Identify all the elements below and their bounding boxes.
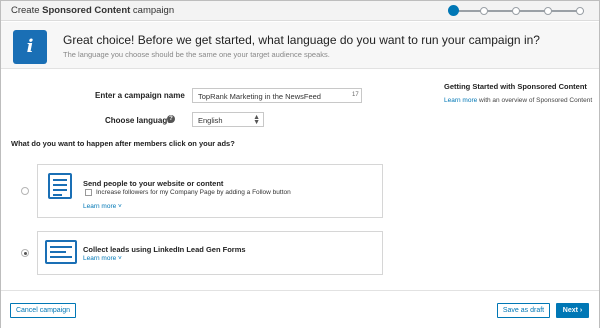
website-content-icon [48,173,72,199]
campaign-name-value: TopRank Marketing in the NewsFeed [198,92,321,101]
sidebar-title: Getting Started with Sponsored Content [444,82,587,91]
campaign-wizard-window: Create Sponsored Content campaign i Grea… [0,0,600,328]
objective-question: What do you want to happen after members… [11,139,235,148]
character-counter: 17 [352,92,359,98]
step-4-dot [544,7,552,15]
sidebar-text: Learn more with an overview of Sponsored… [444,97,592,104]
campaign-name-label: Enter a campaign name [95,91,185,100]
cancel-campaign-button[interactable]: Cancel campaign [10,303,76,318]
campaign-name-input[interactable]: TopRank Marketing in the NewsFeed [192,88,362,103]
option-leadgen-title: Collect leads using LinkedIn Lead Gen Fo… [83,245,246,254]
step-3-dot [512,7,520,15]
follow-button-checkbox[interactable] [85,189,92,196]
help-icon[interactable]: ? [167,115,175,123]
step-1-dot [448,5,459,16]
page-title: Create Sponsored Content campaign [11,5,175,16]
footer-bar: Cancel campaign Save as draft Next › [1,290,599,328]
language-label: Choose language [105,116,172,125]
banner-subtext: The language you choose should be the sa… [63,50,330,59]
option-leadgen-card[interactable]: Collect leads using LinkedIn Lead Gen Fo… [37,231,383,275]
language-select[interactable]: English ▲ ▼ [192,112,264,127]
info-icon: i [13,30,47,64]
follow-button-label: Increase followers for my Company Page b… [96,189,291,196]
save-as-draft-button[interactable]: Save as draft [497,303,550,318]
select-arrows-icon: ▲ ▼ [253,114,260,126]
step-5-dot [576,7,584,15]
option-website-card[interactable]: Send people to your website or content I… [37,164,383,218]
banner-heading: Great choice! Before we get started, wha… [63,33,540,47]
option-website-learn-more[interactable]: Learn more ˅ [83,203,122,210]
progress-steps [448,4,588,18]
option-website-title: Send people to your website or content [83,179,224,188]
option-website-radio[interactable] [21,187,29,195]
language-value: English [198,116,223,125]
next-button[interactable]: Next › [556,303,589,318]
info-banner: i Great choice! Before we get started, w… [1,22,599,69]
header-bar: Create Sponsored Content campaign [1,1,599,21]
option-leadgen-radio[interactable] [21,249,29,257]
lead-gen-form-icon [45,240,77,264]
sidebar-learn-more-link[interactable]: Learn more [444,97,477,104]
step-2-dot [480,7,488,15]
sidebar-description: with an overview of Sponsored Content [477,97,593,104]
option-leadgen-learn-more[interactable]: Learn more ˅ [83,255,122,262]
